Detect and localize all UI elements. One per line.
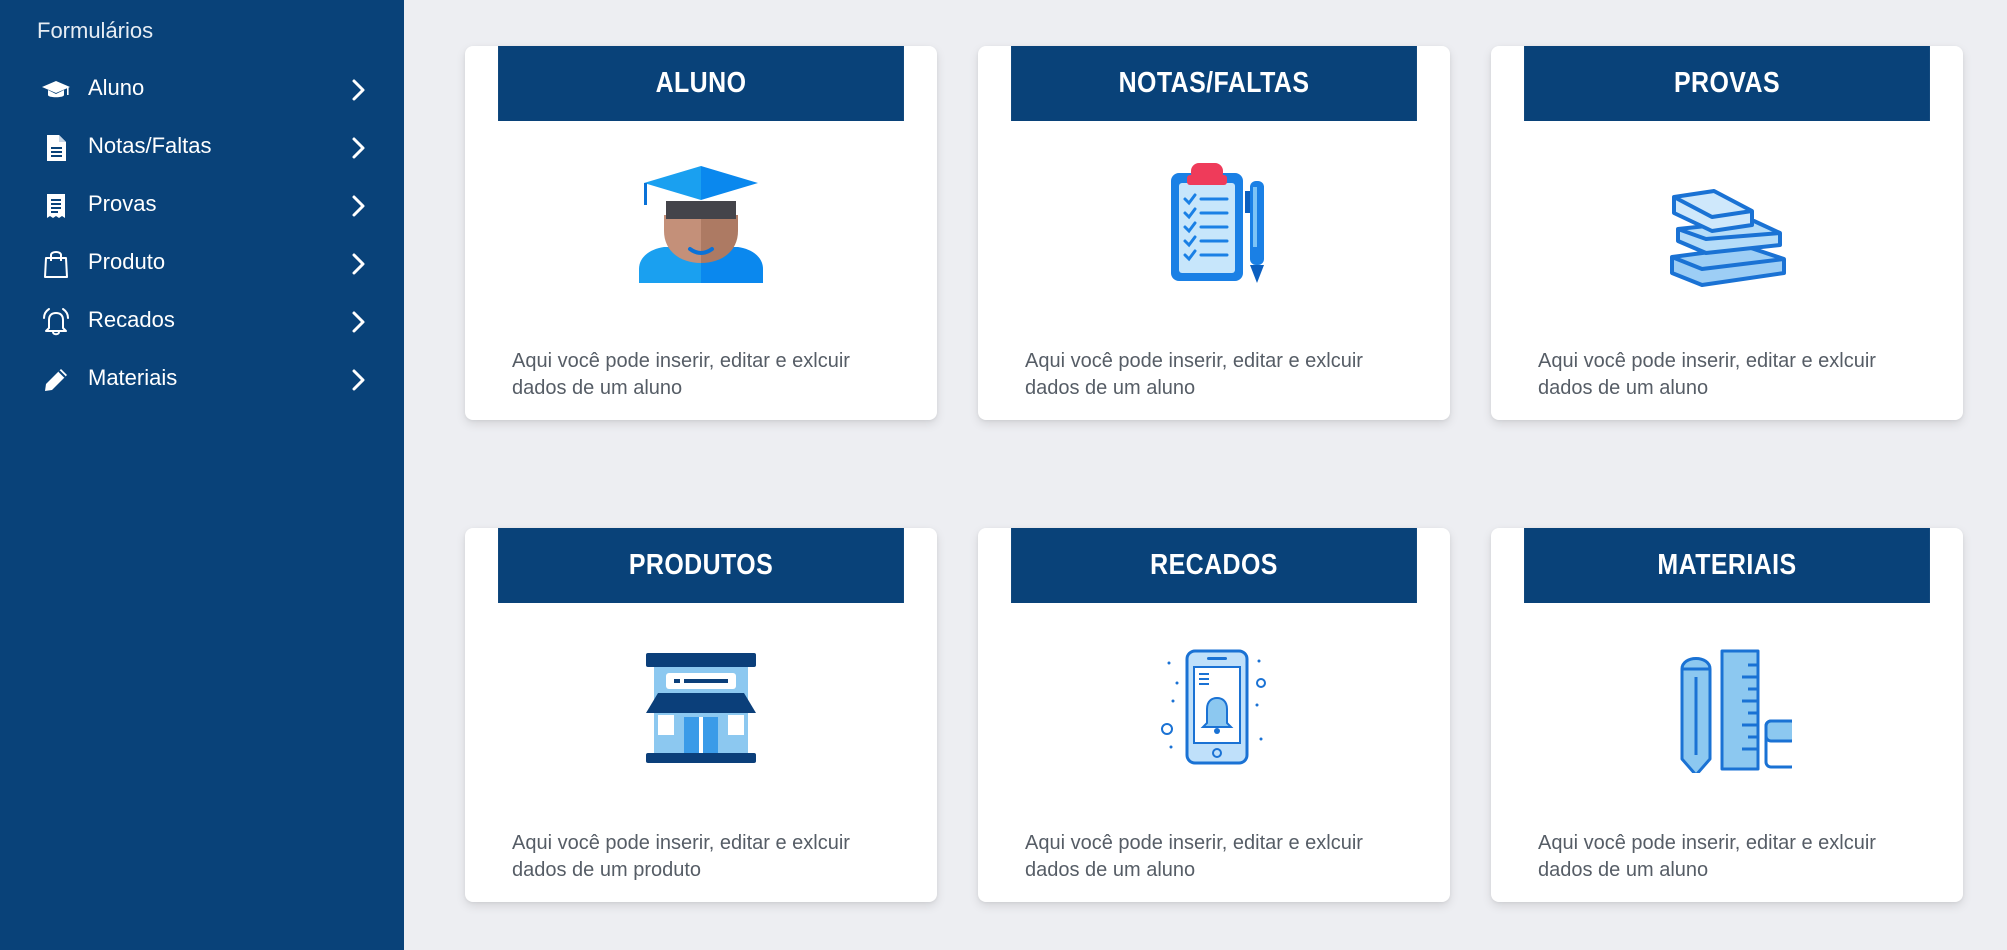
- sidebar-item-recados[interactable]: Recados: [0, 294, 404, 346]
- card-description: Aqui você pode inserir, editar e exlcuir…: [1538, 832, 1876, 881]
- chevron-right-icon: [344, 366, 372, 394]
- card-aluno[interactable]: ALUNO Aqui você pode inserir, editar e e…: [465, 46, 937, 420]
- card-title: PROVAS: [1524, 46, 1930, 121]
- sidebar-item-label: Aluno: [88, 75, 145, 100]
- document-icon: [40, 132, 72, 164]
- school-supplies-icon: [1657, 638, 1797, 778]
- sidebar-item-label: Produto: [88, 249, 166, 274]
- card-description: Aqui você pode inserir, editar e exlcuir…: [1538, 350, 1876, 399]
- pencil-icon: [40, 364, 72, 396]
- chevron-right-icon: [344, 250, 372, 278]
- sidebar-item-aluno[interactable]: Aluno: [0, 62, 404, 114]
- receipt-icon: [40, 190, 72, 222]
- chevron-right-icon: [344, 192, 372, 220]
- sidebar-item-produto[interactable]: Produto: [0, 236, 404, 288]
- sidebar-item-label: Materiais: [88, 365, 178, 390]
- card-title: ALUNO: [498, 46, 904, 121]
- card-recados[interactable]: RECADOS Aqui você pode inserir, editar e…: [978, 528, 1450, 902]
- card-title: PRODUTOS: [498, 528, 904, 603]
- sidebar-item-label: Recados: [88, 307, 175, 332]
- student-icon: [631, 156, 771, 296]
- sidebar-item-label: Provas: [88, 191, 157, 216]
- card-description: Aqui você pode inserir, editar e exlcuir…: [1025, 832, 1363, 881]
- card-description: Aqui você pode inserir, editar e exlcuir…: [512, 350, 850, 399]
- sidebar-item-label: Notas/Faltas: [88, 133, 212, 158]
- bell-icon: [40, 306, 72, 338]
- card-provas[interactable]: PROVAS Aqui você pode inserir, editar e …: [1491, 46, 1963, 420]
- graduation-cap-icon: [40, 74, 72, 106]
- sidebar-item-provas[interactable]: Provas: [0, 178, 404, 230]
- sidebar: Formulários Aluno Notas/Faltas Provas Pr…: [0, 0, 404, 950]
- card-title: MATERIAIS: [1524, 528, 1930, 603]
- card-materiais[interactable]: MATERIAIS Aqui você pode inserir, editar…: [1491, 528, 1963, 902]
- sidebar-item-notas-faltas[interactable]: Notas/Faltas: [0, 120, 404, 172]
- shop-icon: [631, 638, 771, 778]
- clipboard-checklist-icon: [1144, 156, 1284, 296]
- sidebar-title: Formulários: [37, 18, 154, 43]
- card-title: RECADOS: [1011, 528, 1417, 603]
- phone-notification-icon: [1144, 638, 1284, 778]
- chevron-right-icon: [344, 76, 372, 104]
- shopping-bag-icon: [40, 248, 72, 280]
- card-title: NOTAS/FALTAS: [1011, 46, 1417, 121]
- chevron-right-icon: [344, 308, 372, 336]
- card-description: Aqui você pode inserir, editar e exlcuir…: [1025, 350, 1363, 399]
- sidebar-item-materiais[interactable]: Materiais: [0, 352, 404, 404]
- card-description: Aqui você pode inserir, editar e exlcuir…: [512, 832, 850, 881]
- card-notas-faltas[interactable]: NOTAS/FALTAS Aqui você pode inserir, edi…: [978, 46, 1450, 420]
- books-icon: [1657, 156, 1797, 296]
- chevron-right-icon: [344, 134, 372, 162]
- card-produtos[interactable]: PRODUTOS Aqui você pode inserir, editar …: [465, 528, 937, 902]
